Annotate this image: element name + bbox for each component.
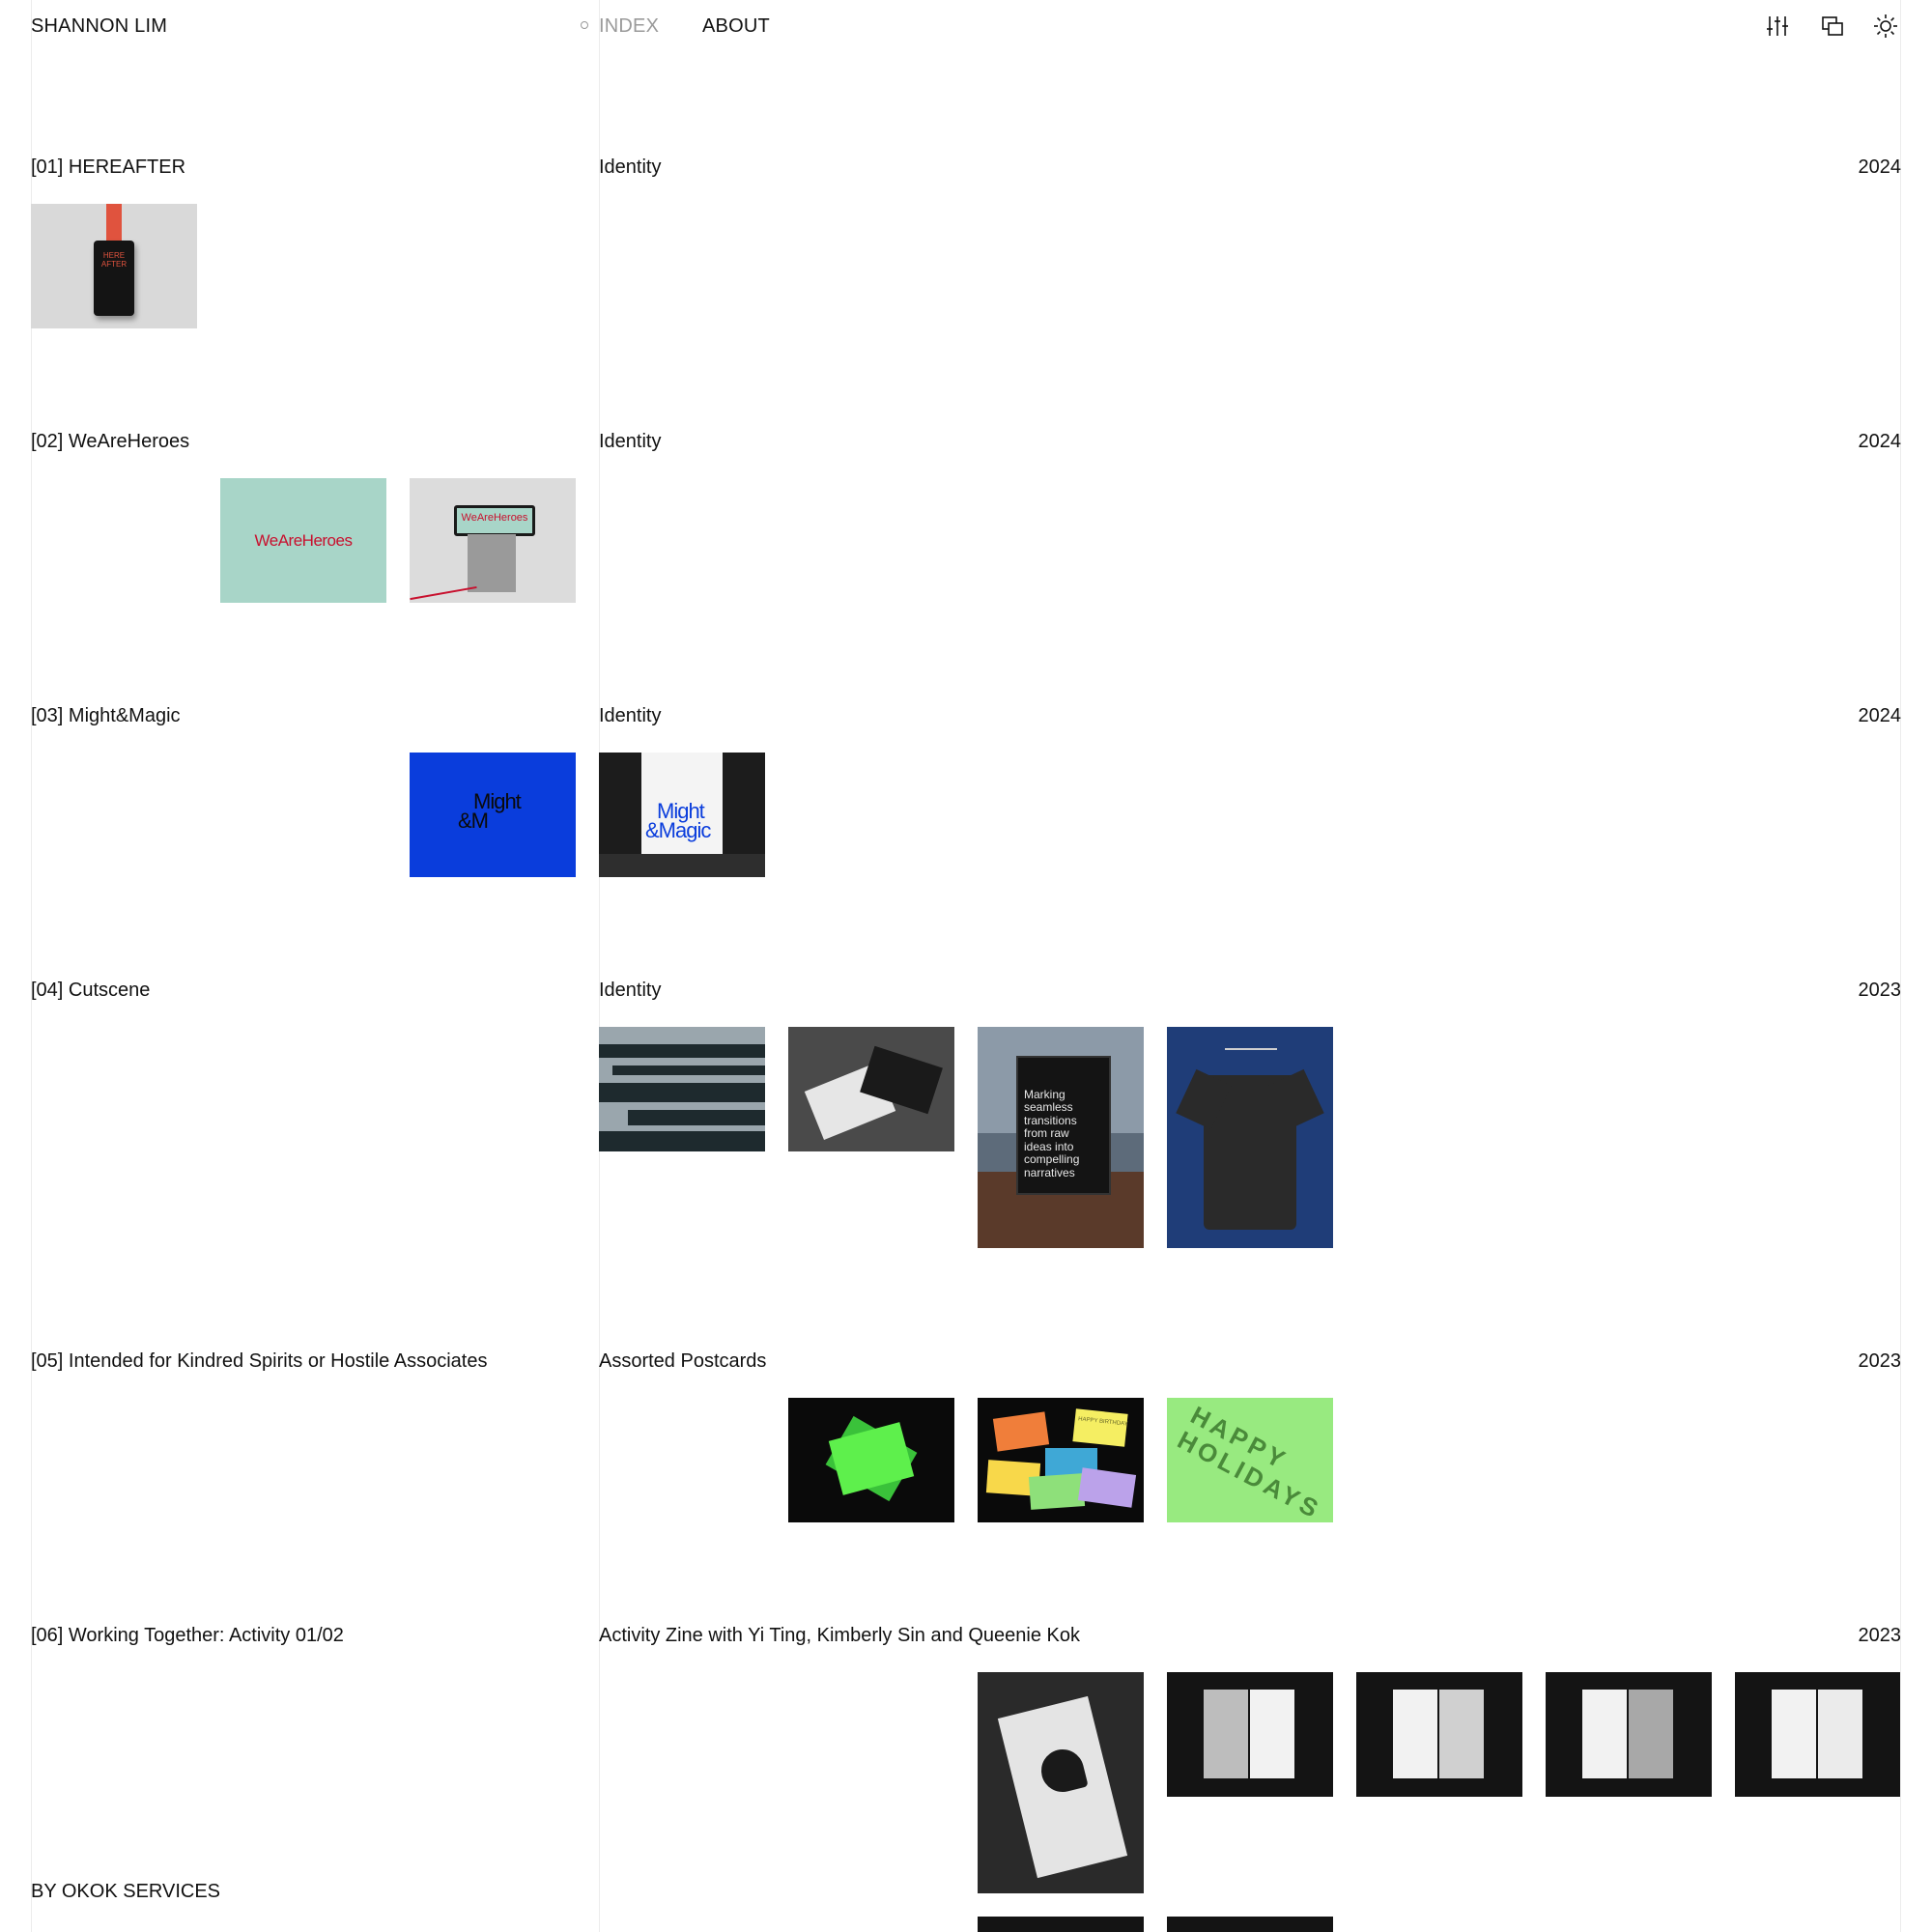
billboard-line-3: transitions [1024, 1113, 1077, 1127]
project-title-04[interactable]: [04] Cutscene [31, 980, 150, 1000]
thumbnail-zine-next-2[interactable] [1167, 1917, 1333, 1932]
project-title-03[interactable]: [03] Might&Magic [31, 706, 181, 725]
hereafter-label: HERE AFTER [100, 251, 128, 269]
project-year-05: 2023 [1858, 1350, 1902, 1372]
might-label-line2: &M [458, 809, 489, 833]
thumbnail-postcards-happy-holidays[interactable]: HAPPY HOLIDAYS [1167, 1398, 1333, 1522]
project-category-06: Activity Zine with Yi Ting, Kimberly Sin… [599, 1625, 1081, 1646]
thumbnail-might-blue[interactable]: Might &M [410, 753, 576, 877]
footer-credit[interactable]: BY OKOK SERVICES [31, 1882, 220, 1901]
thumbnail-cutscene-cards[interactable] [788, 1027, 954, 1151]
project-category-05: Assorted Postcards [599, 1350, 767, 1372]
billboard-line-4: from raw [1024, 1126, 1069, 1141]
thumbnail-cutscene-billboard[interactable]: Marking seamless transitions from raw id… [978, 1027, 1144, 1248]
thumbnail-hereafter[interactable]: HERE AFTER [31, 204, 197, 328]
thumbnail-mightmagic-lightbox[interactable]: Might &Magic [599, 753, 765, 877]
thumbnail-zine-next-1[interactable] [978, 1917, 1144, 1932]
thumbnail-weareheroes-sign[interactable]: WeAreHeroes [410, 478, 576, 603]
project-category-04: Identity [599, 980, 662, 1001]
thumbnail-weareheroes-logo[interactable]: WeAreHeroes [220, 478, 386, 603]
project-category-03: Identity [599, 705, 662, 726]
thumbnail-zine-spread-3[interactable] [1546, 1672, 1712, 1797]
project-year-06: 2023 [1858, 1625, 1902, 1646]
billboard-line-5: ideas into [1024, 1139, 1074, 1153]
sun-icon[interactable] [1872, 13, 1899, 40]
billboard-line-7: narratives [1024, 1165, 1075, 1179]
project-title-02[interactable]: [02] WeAreHeroes [31, 432, 189, 451]
holidays-label: HAPPY HOLIDAYS [1173, 1400, 1327, 1522]
project-year-04: 2023 [1858, 980, 1902, 1001]
mightmagic-label-line2: &Magic [645, 818, 711, 842]
project-year-01: 2024 [1858, 156, 1902, 178]
thumbnail-postcards-colorful[interactable]: HAPPY BIRTHDAY [978, 1398, 1144, 1522]
weareheroes-label: WeAreHeroes [254, 531, 353, 550]
thumbnail-zine-cover[interactable] [978, 1672, 1144, 1893]
nav-about[interactable]: ABOUT [702, 16, 770, 36]
project-title-01[interactable]: [01] HEREAFTER [31, 157, 185, 177]
project-year-03: 2024 [1858, 705, 1902, 726]
sliders-icon[interactable] [1764, 13, 1791, 40]
thumbnail-zine-spread-4[interactable] [1735, 1672, 1900, 1797]
site-brand[interactable]: SHANNON LIM [31, 16, 167, 36]
windows-icon[interactable] [1819, 13, 1846, 40]
billboard-line-1: Marking [1024, 1088, 1065, 1101]
project-category-02: Identity [599, 431, 662, 452]
thumbnail-cutscene-glitch[interactable] [599, 1027, 765, 1151]
project-year-02: 2024 [1858, 431, 1902, 452]
project-category-01: Identity [599, 156, 662, 178]
billboard-line-6: compelling [1024, 1152, 1080, 1167]
billboard-line-2: seamless [1024, 1100, 1073, 1115]
weareheroes-sign-label: WeAreHeroes [461, 512, 528, 524]
project-title-06[interactable]: [06] Working Together: Activity 01/02 [31, 1626, 344, 1645]
thumbnail-zine-spread-1[interactable] [1167, 1672, 1333, 1797]
active-dot-icon [581, 21, 588, 29]
thumbnail-postcards-green-stack[interactable] [788, 1398, 954, 1522]
nav-index[interactable]: INDEX [599, 16, 659, 36]
thumbnail-zine-spread-2[interactable] [1356, 1672, 1522, 1797]
project-title-05[interactable]: [05] Intended for Kindred Spirits or Hos… [31, 1351, 487, 1371]
thumbnail-cutscene-tshirt[interactable] [1167, 1027, 1333, 1248]
